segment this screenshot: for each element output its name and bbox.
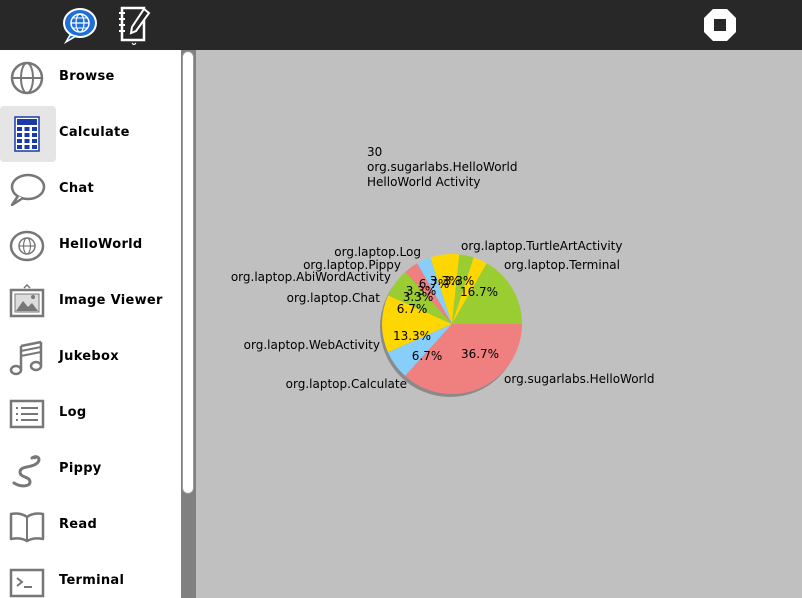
list-item-terminal[interactable]: Terminal <box>0 554 181 598</box>
list-icon <box>8 396 46 432</box>
slice-percent-label: 36.7% <box>461 347 499 361</box>
list-item-label: Log <box>59 405 87 420</box>
slice-label: org.laptop.Chat <box>287 291 381 305</box>
list-item-browse[interactable]: Browse <box>0 50 181 106</box>
globe-speech-icon[interactable] <box>60 5 100 45</box>
pie-chart: org.sugarlabs.HelloWorld org.laptop.Calcu… <box>231 239 654 397</box>
list-item-calculate[interactable]: Calculate <box>0 106 181 162</box>
list-item-helloworld[interactable]: HelloWorld <box>0 218 181 274</box>
list-item-label: Calculate <box>59 125 130 140</box>
list-item-label: Terminal <box>59 573 125 588</box>
list-item-label: Read <box>59 517 98 532</box>
stop-icon[interactable] <box>700 5 740 45</box>
slice-percent-label: 6.7% <box>397 302 428 316</box>
slice-percent-label: 16.7% <box>460 285 498 299</box>
list-item-pippy[interactable]: Pippy <box>0 442 181 498</box>
terminal-icon <box>8 564 46 598</box>
slice-percent-label: 6.7% <box>412 349 443 363</box>
snake-icon <box>8 452 46 488</box>
slice-label: org.laptop.TurtleArtActivity <box>461 239 622 253</box>
list-item-label: Image Viewer <box>59 293 163 308</box>
scrollbar-thumb[interactable] <box>182 51 194 494</box>
music-note-icon <box>8 340 46 376</box>
slice-label: org.sugarlabs.HelloWorld <box>504 372 654 386</box>
hello-globe-icon <box>8 228 46 264</box>
list-item-label: Chat <box>59 181 94 196</box>
image-icon <box>8 283 46 320</box>
slice-label: org.laptop.Pippy <box>303 258 401 272</box>
book-icon <box>8 508 46 544</box>
list-item-label: Browse <box>59 69 115 84</box>
top-toolbar <box>0 0 802 50</box>
list-item-log[interactable]: Log <box>0 386 181 442</box>
calculator-icon <box>8 116 46 152</box>
globe-icon <box>8 60 46 96</box>
slice-label: org.laptop.AbiWordActivity <box>231 270 391 284</box>
slice-label: org.laptop.Terminal <box>504 258 620 272</box>
list-item-label: HelloWorld <box>59 237 143 252</box>
slice-label: org.laptop.Log <box>334 245 421 259</box>
slice-label: org.laptop.WebActivity <box>244 338 380 352</box>
slice-label: org.laptop.Calculate <box>286 377 407 391</box>
list-item-label: Pippy <box>59 461 102 476</box>
activity-list: Browse Calculate Chat HelloWorld Image V… <box>0 50 181 598</box>
journal-pencil-icon[interactable] <box>114 5 154 46</box>
slice-percent-label: 13.3% <box>393 329 431 343</box>
speech-bubble-icon <box>8 172 46 208</box>
list-item-label: Jukebox <box>59 349 119 364</box>
list-item-read[interactable]: Read <box>0 498 181 554</box>
list-item-chat[interactable]: Chat <box>0 162 181 218</box>
list-item-image-viewer[interactable]: Image Viewer <box>0 274 181 330</box>
list-item-jukebox[interactable]: Jukebox <box>0 330 181 386</box>
